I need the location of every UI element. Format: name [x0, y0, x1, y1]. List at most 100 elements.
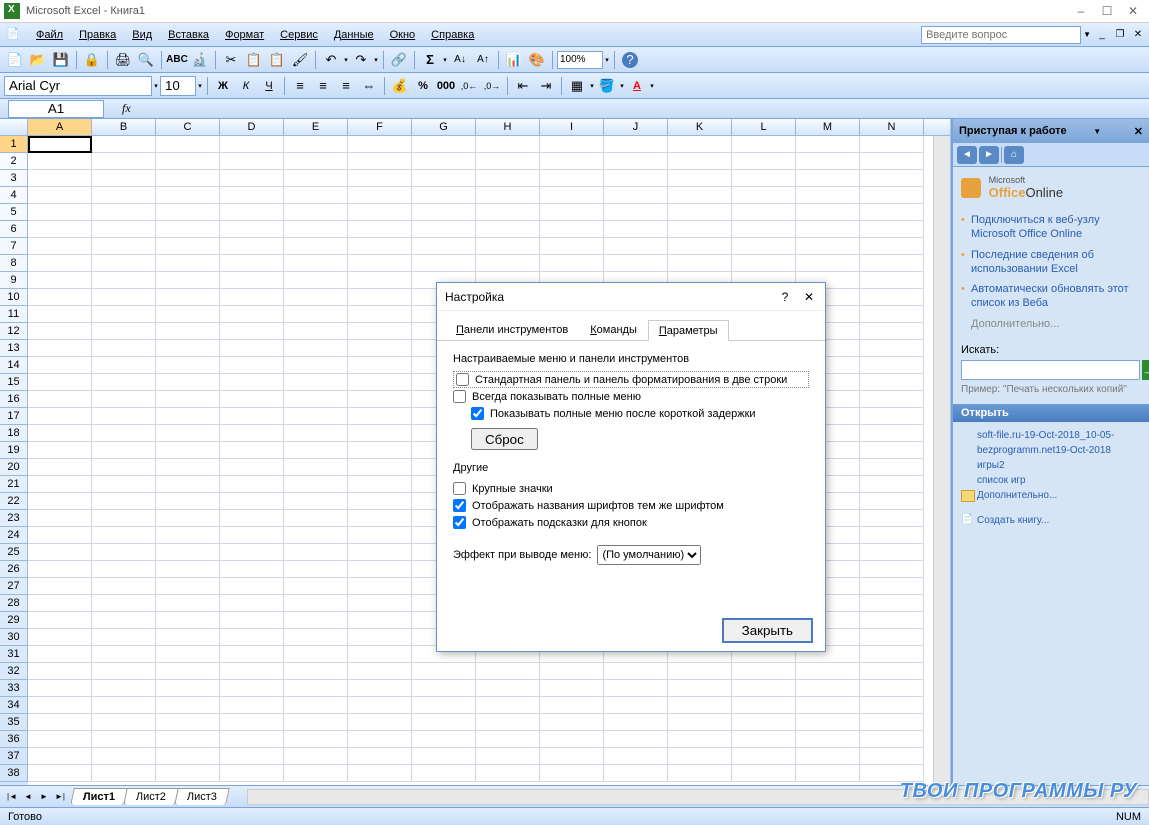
row-header-38[interactable]: 38: [0, 765, 28, 782]
cell-E19[interactable]: [284, 442, 348, 459]
cell-G3[interactable]: [412, 170, 476, 187]
cell-H5[interactable]: [476, 204, 540, 221]
cell-E30[interactable]: [284, 629, 348, 646]
underline-button[interactable]: Ч: [258, 75, 280, 97]
dialog-help-button[interactable]: ?: [777, 290, 793, 304]
cell-K6[interactable]: [668, 221, 732, 238]
column-header-B[interactable]: B: [92, 119, 156, 135]
taskpane-search-input[interactable]: [961, 360, 1140, 380]
cell-H37[interactable]: [476, 748, 540, 765]
cell-A3[interactable]: [28, 170, 92, 187]
cell-L32[interactable]: [732, 663, 796, 680]
cell-E23[interactable]: [284, 510, 348, 527]
row-header-31[interactable]: 31: [0, 646, 28, 663]
row-header-24[interactable]: 24: [0, 527, 28, 544]
cell-B2[interactable]: [92, 153, 156, 170]
cell-H2[interactable]: [476, 153, 540, 170]
cell-J34[interactable]: [604, 697, 668, 714]
dialog-tab-0[interactable]: Панели инструментов: [445, 319, 579, 340]
cell-E21[interactable]: [284, 476, 348, 493]
cell-K7[interactable]: [668, 238, 732, 255]
cell-F11[interactable]: [348, 306, 412, 323]
cell-B20[interactable]: [92, 459, 156, 476]
row-header-20[interactable]: 20: [0, 459, 28, 476]
cell-I2[interactable]: [540, 153, 604, 170]
cell-L4[interactable]: [732, 187, 796, 204]
cell-D38[interactable]: [220, 765, 284, 782]
cell-F18[interactable]: [348, 425, 412, 442]
cell-A18[interactable]: [28, 425, 92, 442]
cell-F22[interactable]: [348, 493, 412, 510]
cell-C17[interactable]: [156, 408, 220, 425]
cell-F3[interactable]: [348, 170, 412, 187]
cell-A38[interactable]: [28, 765, 92, 782]
cell-D30[interactable]: [220, 629, 284, 646]
cell-M8[interactable]: [796, 255, 860, 272]
tab-last-button[interactable]: ►|: [52, 789, 68, 805]
cell-C28[interactable]: [156, 595, 220, 612]
cell-N11[interactable]: [860, 306, 924, 323]
check-font-names-own-font[interactable]: Отображать названия шрифтов тем же шрифт…: [453, 497, 809, 514]
decrease-indent-button[interactable]: ⇤: [512, 75, 534, 97]
fill-dropdown-icon[interactable]: ▾: [619, 75, 625, 97]
row-header-12[interactable]: 12: [0, 323, 28, 340]
cell-C32[interactable]: [156, 663, 220, 680]
cell-C38[interactable]: [156, 765, 220, 782]
cell-A10[interactable]: [28, 289, 92, 306]
cell-A20[interactable]: [28, 459, 92, 476]
cell-B13[interactable]: [92, 340, 156, 357]
cell-N33[interactable]: [860, 680, 924, 697]
cell-F32[interactable]: [348, 663, 412, 680]
cell-B9[interactable]: [92, 272, 156, 289]
taskpane-dropdown-icon[interactable]: ▼: [1093, 127, 1101, 136]
cell-N5[interactable]: [860, 204, 924, 221]
cell-M5[interactable]: [796, 204, 860, 221]
cell-D8[interactable]: [220, 255, 284, 272]
cell-M4[interactable]: [796, 187, 860, 204]
row-header-16[interactable]: 16: [0, 391, 28, 408]
cell-N20[interactable]: [860, 459, 924, 476]
cell-L34[interactable]: [732, 697, 796, 714]
cell-J36[interactable]: [604, 731, 668, 748]
cell-I7[interactable]: [540, 238, 604, 255]
cell-B36[interactable]: [92, 731, 156, 748]
cell-N34[interactable]: [860, 697, 924, 714]
cell-N13[interactable]: [860, 340, 924, 357]
cell-C37[interactable]: [156, 748, 220, 765]
cell-C10[interactable]: [156, 289, 220, 306]
comma-button[interactable]: 000: [435, 75, 457, 97]
cell-E37[interactable]: [284, 748, 348, 765]
row-header-3[interactable]: 3: [0, 170, 28, 187]
cell-E1[interactable]: [284, 136, 348, 153]
cell-B5[interactable]: [92, 204, 156, 221]
sheet-tab-2[interactable]: Лист2: [123, 788, 179, 805]
cell-E24[interactable]: [284, 527, 348, 544]
cell-F36[interactable]: [348, 731, 412, 748]
check-show-tooltips[interactable]: Отображать подсказки для кнопок: [453, 514, 809, 531]
cell-A35[interactable]: [28, 714, 92, 731]
column-header-F[interactable]: F: [348, 119, 412, 135]
cell-C34[interactable]: [156, 697, 220, 714]
cell-H36[interactable]: [476, 731, 540, 748]
cell-F19[interactable]: [348, 442, 412, 459]
taskpane-search-go-button[interactable]: →: [1142, 360, 1149, 380]
cell-F34[interactable]: [348, 697, 412, 714]
redo-dropdown-icon[interactable]: ▾: [373, 49, 379, 71]
cell-E6[interactable]: [284, 221, 348, 238]
cell-D20[interactable]: [220, 459, 284, 476]
cell-F26[interactable]: [348, 561, 412, 578]
cell-A13[interactable]: [28, 340, 92, 357]
cell-D36[interactable]: [220, 731, 284, 748]
row-header-15[interactable]: 15: [0, 374, 28, 391]
cell-A24[interactable]: [28, 527, 92, 544]
cell-D4[interactable]: [220, 187, 284, 204]
cell-D18[interactable]: [220, 425, 284, 442]
cell-D32[interactable]: [220, 663, 284, 680]
cell-G37[interactable]: [412, 748, 476, 765]
print-button[interactable]: 🖨: [112, 49, 134, 71]
cell-E29[interactable]: [284, 612, 348, 629]
research-button[interactable]: 🔬: [189, 49, 211, 71]
cell-F29[interactable]: [348, 612, 412, 629]
column-header-C[interactable]: C: [156, 119, 220, 135]
cell-F8[interactable]: [348, 255, 412, 272]
